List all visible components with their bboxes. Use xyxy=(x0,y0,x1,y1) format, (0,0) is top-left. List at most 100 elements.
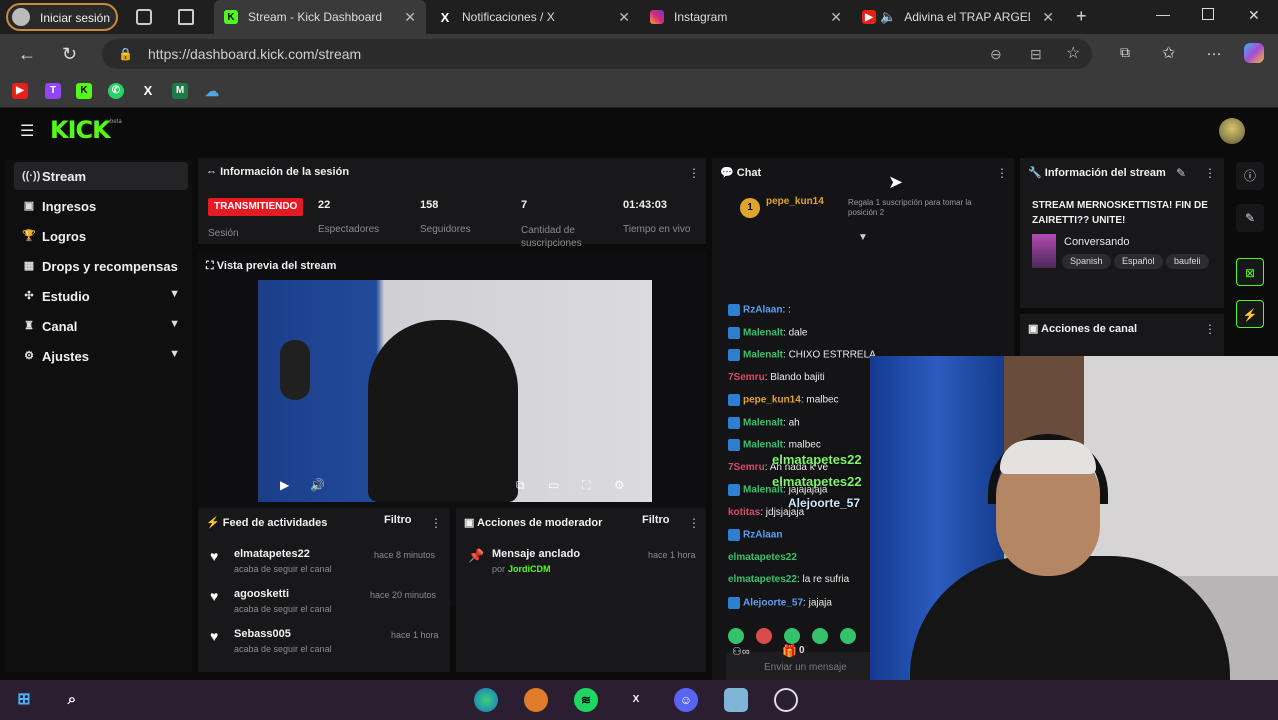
users-icon[interactable]: ⚇∞ xyxy=(732,645,750,658)
back-icon[interactable]: ← xyxy=(18,44,36,65)
restore-icon[interactable] xyxy=(1202,8,1214,20)
new-tab-button[interactable]: + xyxy=(1076,6,1087,27)
feed-filter-button[interactable]: Filtro xyxy=(384,514,412,526)
sidebar-item-ingresos[interactable]: ▣ Ingresos xyxy=(14,192,188,220)
favorite-star-icon[interactable]: ☆ xyxy=(1066,39,1080,69)
zoom-icon[interactable]: ⊖ xyxy=(990,39,1002,69)
emote-icon[interactable] xyxy=(840,628,856,644)
kebab-menu-icon[interactable]: ⋮ xyxy=(688,166,700,180)
pinned-by-user[interactable]: JordiCDM xyxy=(508,564,551,574)
emote-icon[interactable] xyxy=(784,628,800,644)
minimize-icon[interactable]: — xyxy=(1156,6,1170,22)
kick-logo[interactable]: KICK xyxy=(50,116,111,144)
notes-taskbar-icon[interactable] xyxy=(724,688,748,712)
info-icon[interactable]: ⓘ xyxy=(1236,162,1264,190)
chat-username[interactable]: elmatapetes22 xyxy=(728,574,797,585)
close-tab-icon[interactable]: ✕ xyxy=(404,9,416,26)
refresh-icon[interactable]: ↻ xyxy=(62,44,77,65)
chat-username[interactable]: RzAlaan xyxy=(743,305,782,316)
speaker-icon[interactable]: 🔈 xyxy=(880,9,896,25)
edit-icon[interactable]: ✎ xyxy=(1176,166,1186,180)
tag-pill[interactable]: Español xyxy=(1114,254,1163,269)
boost-icon[interactable]: ⚡ xyxy=(1236,300,1264,328)
kick-bookmark-icon[interactable]: K xyxy=(76,83,92,99)
tag-pill[interactable]: baufeli xyxy=(1166,254,1209,269)
user-avatar[interactable] xyxy=(1219,118,1245,144)
cloud-bookmark-icon[interactable]: ☁ xyxy=(204,83,220,99)
kebab-menu-icon[interactable]: ⋮ xyxy=(996,166,1008,180)
tab-instagram[interactable]: Instagram ✕ xyxy=(640,0,852,34)
chat-username[interactable]: kotitas xyxy=(728,507,760,518)
emote-icon[interactable] xyxy=(728,628,744,644)
chat-username[interactable]: Malenalt xyxy=(743,440,783,451)
menu-icon[interactable]: ☰ xyxy=(20,121,34,141)
youtube-bookmark-icon[interactable]: ▶ xyxy=(12,83,28,99)
collapse-icon[interactable]: ▼ xyxy=(858,232,868,243)
url-field[interactable]: 🔒 https://dashboard.kick.com/stream ⊖ ⊟ … xyxy=(102,39,1092,69)
chat-username[interactable]: elmatapetes22 xyxy=(728,552,797,563)
close-tab-icon[interactable]: ✕ xyxy=(618,9,630,26)
stream-video[interactable]: ▶ 🔊 ⧉ ▭ ⛶ ⚙ xyxy=(258,280,652,502)
kebab-menu-icon[interactable]: ⋮ xyxy=(1204,166,1216,180)
edit-pen-icon[interactable]: ✎ xyxy=(1236,204,1264,232)
search-icon[interactable]: ⌕ xyxy=(60,688,84,712)
x-bookmark-icon[interactable]: X xyxy=(140,83,156,99)
mod-filter-button[interactable]: Filtro xyxy=(642,514,670,526)
tag-pill[interactable]: Spanish xyxy=(1062,254,1111,269)
chat-username[interactable]: 7Semru xyxy=(728,372,765,383)
gift-icon[interactable]: 🎁 xyxy=(782,644,797,658)
raid-icon[interactable]: ⊠ xyxy=(1236,258,1264,286)
chat-username[interactable]: 7Semru xyxy=(728,462,765,473)
sidebar-item-estudio[interactable]: ✣ Estudio ▼ xyxy=(14,282,188,310)
chat-username[interactable]: RzAlaan xyxy=(743,530,782,541)
favorites-icon[interactable]: ✩ xyxy=(1162,43,1175,63)
kebab-menu-icon[interactable]: ⋮ xyxy=(430,516,442,530)
settings-icon[interactable]: ⚙ xyxy=(614,478,625,492)
sheet-bookmark-icon[interactable]: M xyxy=(172,83,188,99)
sidebar-item-canal[interactable]: ♜ Canal ▼ xyxy=(14,312,188,340)
feed-user[interactable]: agoosketti xyxy=(234,588,289,600)
close-window-icon[interactable]: ✕ xyxy=(1248,7,1260,24)
play-icon[interactable]: ▶ xyxy=(280,478,289,492)
feed-user[interactable]: elmatapetes22 xyxy=(234,548,310,560)
sidebar-item-logros[interactable]: 🏆 Logros xyxy=(14,222,188,250)
close-tab-icon[interactable]: ✕ xyxy=(1042,9,1054,26)
whatsapp-bookmark-icon[interactable]: ✆ xyxy=(108,83,124,99)
chat-username[interactable]: pepe_kun14 xyxy=(743,395,801,406)
volume-icon[interactable]: 🔊 xyxy=(310,478,325,492)
chat-username[interactable]: Malenalt xyxy=(743,350,783,361)
tab-youtube[interactable]: ▶ 🔈 Adivina el TRAP ARGEN ✕ xyxy=(852,0,1064,34)
tab-x-notifications[interactable]: X Notificaciones / X ✕ xyxy=(428,0,640,34)
workspaces-icon[interactable] xyxy=(136,9,152,25)
profile-button[interactable]: Iniciar sesión xyxy=(6,3,118,31)
theater-icon[interactable]: ▭ xyxy=(548,478,559,492)
kebab-menu-icon[interactable]: ⋮ xyxy=(1204,322,1216,336)
copilot-icon[interactable] xyxy=(1244,43,1264,63)
kebab-menu-icon[interactable]: ⋮ xyxy=(688,516,700,530)
pip-icon[interactable]: ⧉ xyxy=(516,478,525,493)
chat-username[interactable]: Malenalt xyxy=(743,327,783,338)
xsplit-taskbar-icon[interactable]: X xyxy=(624,688,648,712)
sidebar-item-drops[interactable]: ▦ Drops y recompensas xyxy=(14,252,188,280)
fullscreen-icon[interactable]: ⛶ xyxy=(582,478,590,493)
windows-start-icon[interactable]: ⊞ xyxy=(12,688,36,712)
fruity-loops-taskbar-icon[interactable] xyxy=(524,688,548,712)
more-icon[interactable]: … xyxy=(1206,42,1222,60)
discord-taskbar-icon[interactable]: ☺ xyxy=(674,688,698,712)
chat-username[interactable]: Alejoorte_57 xyxy=(743,597,803,608)
tab-kick-dashboard[interactable]: K Stream - Kick Dashboard ✕ xyxy=(214,0,426,34)
obs-taskbar-icon[interactable] xyxy=(774,688,798,712)
spotify-taskbar-icon[interactable]: ≋ xyxy=(574,688,598,712)
emote-icon[interactable] xyxy=(812,628,828,644)
edge-taskbar-icon[interactable] xyxy=(474,688,498,712)
tab-actions-icon[interactable] xyxy=(178,9,194,25)
chat-username[interactable]: Malenalt xyxy=(743,417,783,428)
sidebar-item-stream[interactable]: ((·)) Stream xyxy=(14,162,188,190)
feed-user[interactable]: Sebass005 xyxy=(234,628,291,640)
extensions-icon[interactable]: ⧉ xyxy=(1120,44,1130,61)
close-tab-icon[interactable]: ✕ xyxy=(830,9,842,26)
sidebar-item-ajustes[interactable]: ⚙ Ajustes ▼ xyxy=(14,342,188,370)
reading-mode-icon[interactable]: ⊟ xyxy=(1030,39,1042,69)
twitch-bookmark-icon[interactable]: T xyxy=(45,83,61,99)
emote-icon[interactable] xyxy=(756,628,772,644)
